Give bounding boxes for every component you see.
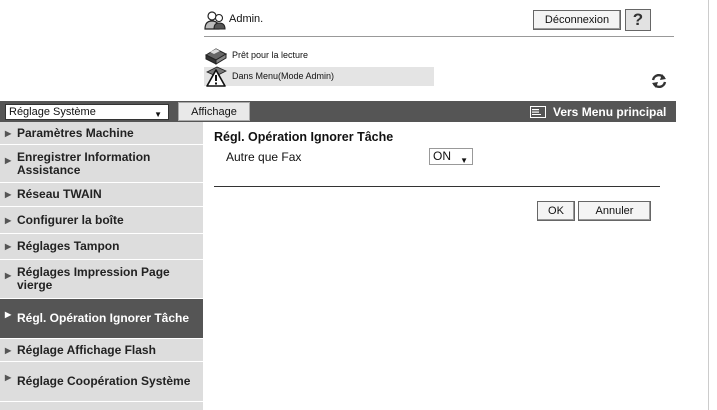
sidebar-item-label: Configurer la boîte bbox=[17, 212, 124, 227]
sidebar-item-label: Réglages Tampon bbox=[17, 239, 120, 253]
arrow-right-icon: ▶ bbox=[5, 310, 12, 319]
sidebar-item-system-cooperation[interactable]: ▶ Réglage Coopération Système bbox=[0, 362, 203, 402]
sidebar-item-label: Enregistrer Information Assistance bbox=[17, 149, 151, 177]
sidebar-item-flash-display[interactable]: ▶ Réglage Affichage Flash bbox=[0, 339, 203, 362]
other-than-fax-select[interactable]: ON ▼ bbox=[429, 148, 473, 165]
sidebar-item-label: Réglages Impression Page vierge bbox=[17, 265, 170, 292]
sidebar-item-box-config[interactable]: ▶ Configurer la boîte bbox=[0, 207, 203, 234]
sidebar-item-skip-job-operation[interactable]: ▶ Régl. Opération Ignorer Tâche bbox=[0, 299, 203, 339]
admin-users-icon bbox=[204, 11, 226, 30]
system-settings-select[interactable]: Réglage Système ▼ bbox=[5, 104, 169, 120]
ok-button[interactable]: OK bbox=[537, 201, 575, 221]
cancel-button[interactable]: Annuler bbox=[578, 201, 651, 221]
system-select-value: Réglage Système bbox=[9, 106, 96, 118]
display-tab[interactable]: Affichage bbox=[178, 102, 250, 121]
sidebar: ▶ Paramètres Machine ▶ Enregistrer Infor… bbox=[0, 122, 203, 410]
page-title: Régl. Opération Ignorer Tâche bbox=[214, 130, 394, 144]
chevron-down-icon: ▼ bbox=[460, 156, 468, 165]
logout-button[interactable]: Déconnexion bbox=[533, 10, 621, 30]
arrow-right-icon: ▶ bbox=[5, 242, 12, 251]
main-menu-link[interactable]: Vers Menu principal bbox=[530, 102, 666, 121]
arrow-right-icon: ▶ bbox=[5, 156, 12, 165]
menu-window-icon bbox=[530, 105, 546, 118]
main-menu-label: Vers Menu principal bbox=[553, 104, 667, 119]
arrow-right-icon: ▶ bbox=[5, 190, 12, 199]
sidebar-item-label: Paramètres Machine bbox=[17, 125, 134, 140]
window-edge bbox=[708, 0, 709, 410]
status-menu-text: Dans Menu(Mode Admin) bbox=[232, 71, 335, 81]
select-value: ON bbox=[433, 149, 451, 163]
sidebar-item-label: Régl. Opération Ignorer Tâche bbox=[17, 311, 190, 325]
field-label-other-than-fax: Autre que Fax bbox=[226, 150, 302, 164]
sidebar-item-label: Réglage Coopération Système bbox=[17, 374, 191, 388]
sidebar-item-twain-network[interactable]: ▶ Réseau TWAIN bbox=[0, 183, 203, 207]
sidebar-item-label: Réseau TWAIN bbox=[17, 187, 102, 201]
sidebar-item-label: Réglage Affichage Flash bbox=[17, 342, 156, 357]
admin-label: Admin. bbox=[229, 13, 264, 25]
sidebar-item-register-assistance[interactable]: ▶ Enregistrer Information Assistance bbox=[0, 145, 203, 183]
arrow-right-icon: ▶ bbox=[5, 128, 12, 138]
refresh-icon[interactable] bbox=[648, 71, 670, 91]
arrow-right-icon: ▶ bbox=[5, 215, 12, 225]
arrow-right-icon: ▶ bbox=[5, 271, 12, 280]
help-button[interactable]: ? bbox=[625, 9, 651, 31]
status-ready-text: Prêt pour la lecture bbox=[232, 50, 309, 60]
warning-icon bbox=[206, 66, 227, 87]
content-divider bbox=[214, 186, 660, 187]
sidebar-item-machine-settings[interactable]: ▶ Paramètres Machine bbox=[0, 122, 203, 145]
header-divider bbox=[204, 36, 674, 37]
sidebar-item-blank-page-print[interactable]: ▶ Réglages Impression Page vierge bbox=[0, 260, 203, 299]
chevron-down-icon: ▼ bbox=[154, 110, 162, 119]
arrow-right-icon: ▶ bbox=[5, 345, 12, 355]
arrow-right-icon: ▶ bbox=[5, 373, 12, 382]
sidebar-item-stamp-settings[interactable]: ▶ Réglages Tampon bbox=[0, 234, 203, 260]
